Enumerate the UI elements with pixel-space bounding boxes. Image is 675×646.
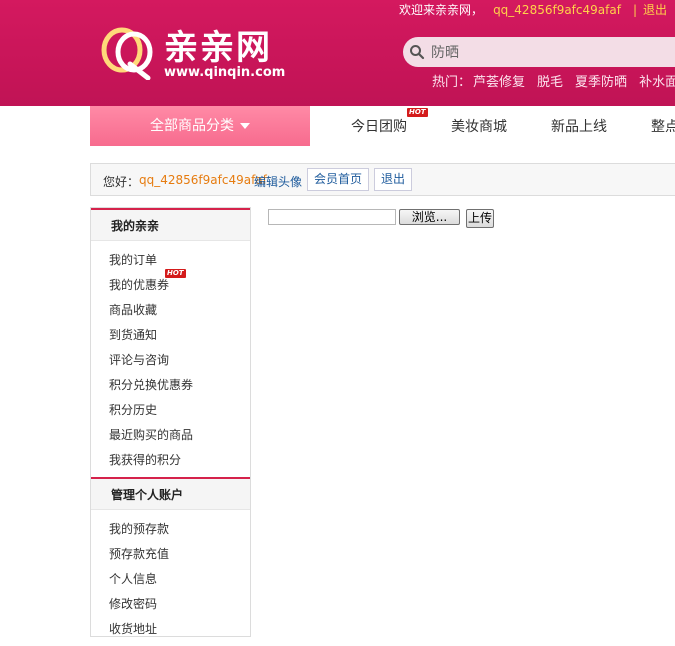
top-logout-link[interactable]: 退出 <box>643 3 667 17</box>
hot-word-link[interactable]: 夏季防晒 <box>575 75 627 90</box>
hot-badge: HOT <box>165 269 186 278</box>
greeting-label: 您好： <box>103 175 140 189</box>
nav-item-label: 新品上线 <box>551 119 607 135</box>
all-categories-button[interactable]: 全部商品分类 <box>90 106 310 146</box>
sidebar-section-list: 我的订单 我的优惠券 HOT 商品收藏 到货通知 评论与咨询 积分兑换优惠券 积分… <box>91 241 250 477</box>
sidebar-item-favorites[interactable]: 商品收藏 <box>109 298 250 323</box>
top-username-link[interactable]: qq_42856f9afc49afaf <box>493 3 621 17</box>
search-icon[interactable] <box>409 44 425 60</box>
file-path-field[interactable] <box>268 209 396 225</box>
sidebar-item-label: 我的优惠券 <box>109 278 170 292</box>
logo-name: 亲亲网 <box>164 28 272 68</box>
search-input[interactable] <box>431 42 671 62</box>
sidebar-item-address[interactable]: 收货地址 <box>109 617 250 642</box>
member-logout-button[interactable]: 退出 <box>374 168 413 191</box>
nav-item-group-buy[interactable]: 今日团购 HOT <box>351 106 428 146</box>
caret-down-icon <box>240 123 250 129</box>
site-logo[interactable]: 亲亲网 www.qinqin.com <box>100 24 290 84</box>
sidebar-item-personal-info[interactable]: 个人信息 <box>109 567 250 592</box>
nav-item-label: 整点 <box>651 119 675 135</box>
hot-word-link[interactable]: 脱毛 <box>537 75 563 90</box>
member-username[interactable]: qq_42856f9afc49afaf <box>139 173 267 187</box>
sidebar-section-title: 管理个人账户 <box>91 477 250 510</box>
sidebar-item-recent-purchases[interactable]: 最近购买的商品 <box>109 423 250 448</box>
member-sidebar: 我的亲亲 我的订单 我的优惠券 HOT 商品收藏 到货通知 评论与咨询 积分兑换优… <box>90 207 251 637</box>
sidebar-item-deposit[interactable]: 我的预存款 <box>109 517 250 542</box>
sidebar-item-coupons[interactable]: 我的优惠券 HOT <box>109 269 250 298</box>
sidebar-section-list: 我的预存款 预存款充值 个人信息 修改密码 收货地址 <box>91 510 250 646</box>
nav-item-beauty-mall[interactable]: 美妆商城 <box>451 106 507 146</box>
all-categories-label: 全部商品分类 <box>150 118 234 134</box>
sidebar-item-recharge[interactable]: 预存款充值 <box>109 542 250 567</box>
browse-button[interactable]: 浏览... <box>399 209 460 225</box>
nav-item-label: 今日团购 <box>351 119 407 135</box>
sidebar-section-title: 我的亲亲 <box>91 208 250 241</box>
site-header: 欢迎来亲亲网， qq_42856f9afc49afaf | 退出 亲亲网 www.qi… <box>0 0 675 146</box>
search-box[interactable] <box>403 37 675 67</box>
welcome-text: 欢迎来亲亲网， <box>399 3 484 17</box>
sidebar-item-reviews[interactable]: 评论与咨询 <box>109 348 250 373</box>
hot-search-label: 热门： <box>432 75 472 90</box>
logo-url: www.qinqin.com <box>164 65 286 80</box>
member-home-button[interactable]: 会员首页 <box>307 168 370 191</box>
nav-item-new-arrivals[interactable]: 新品上线 <box>551 106 607 146</box>
hot-search-words: 热门：芦荟修复脱毛夏季防晒补水面膜 <box>432 71 675 90</box>
member-bar: 您好： qq_42856f9afc49afaf 编辑头像 会员首页 退出 <box>90 163 675 196</box>
hot-word-link[interactable]: 芦荟修复 <box>473 75 525 90</box>
hot-word-link[interactable]: 补水面膜 <box>639 75 675 90</box>
edit-avatar-link[interactable]: 编辑头像 <box>254 173 302 190</box>
top-separator: | <box>632 3 637 17</box>
upload-button[interactable]: 上传 <box>466 209 494 228</box>
sidebar-item-change-password[interactable]: 修改密码 <box>109 592 250 617</box>
top-bar: 欢迎来亲亲网， qq_42856f9afc49afaf | 退出 <box>399 2 667 18</box>
sidebar-item-arrival-notice[interactable]: 到货通知 <box>109 323 250 348</box>
main-nav: 全部商品分类 今日团购 HOT 美妆商城 新品上线 整点 <box>0 106 675 146</box>
sidebar-item-points-history[interactable]: 积分历史 <box>109 398 250 423</box>
nav-item-hourly[interactable]: 整点 <box>651 106 675 146</box>
nav-item-label: 美妆商城 <box>451 119 507 135</box>
sidebar-item-earned-points[interactable]: 我获得的积分 <box>109 448 250 473</box>
sidebar-item-points-exchange[interactable]: 积分兑换优惠券 <box>109 373 250 398</box>
logo-mark-icon <box>101 27 153 80</box>
hot-badge: HOT <box>407 108 428 117</box>
